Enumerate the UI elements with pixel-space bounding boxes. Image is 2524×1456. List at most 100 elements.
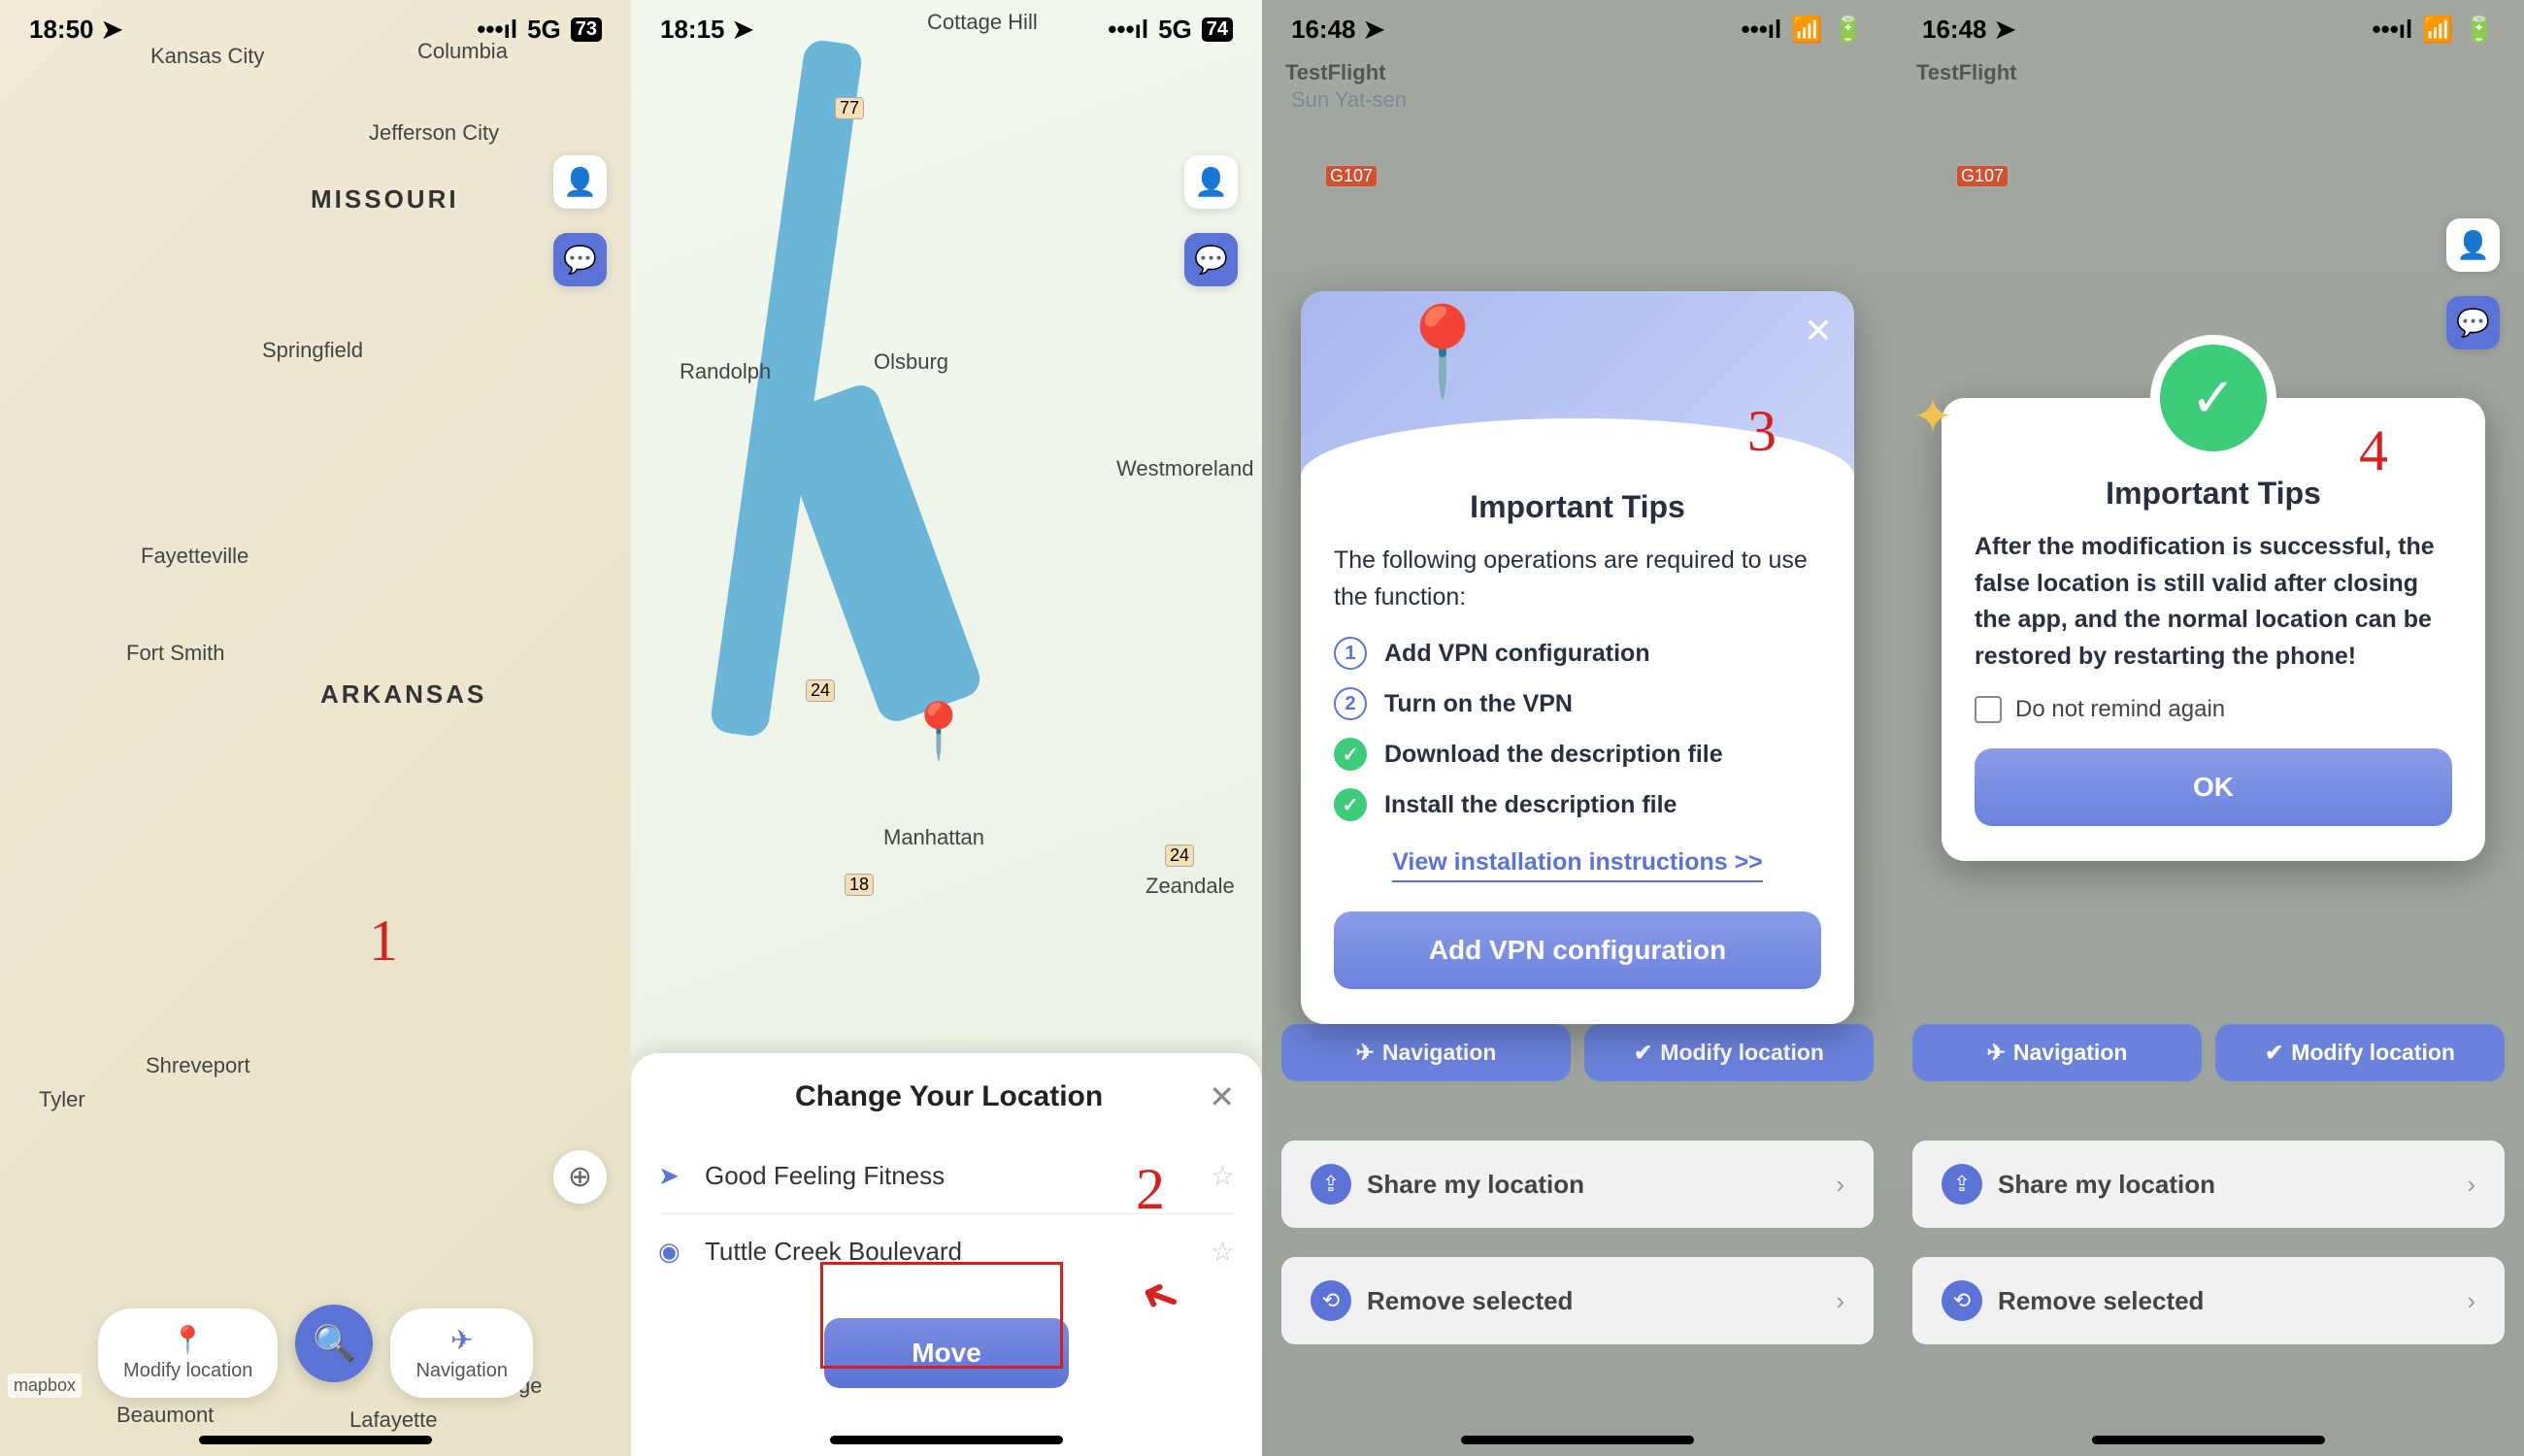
- close-button[interactable]: ✕: [1804, 311, 1833, 351]
- checkbox-icon: [1975, 696, 2002, 723]
- step-item: ✓Install the description file: [1334, 788, 1821, 821]
- map-attribution: mapbox: [8, 1373, 82, 1398]
- chat-button[interactable]: 💬: [2446, 296, 2500, 349]
- route-shield: 24: [806, 679, 835, 702]
- profile-button[interactable]: 👤: [1184, 155, 1238, 209]
- hand-pin-icon: 📍: [1388, 301, 1497, 403]
- step-item: 2Turn on the VPN: [1334, 687, 1821, 720]
- chevron-right-icon: ›: [2467, 1170, 2475, 1200]
- user-icon: 👤: [1194, 166, 1228, 198]
- chat-button[interactable]: 💬: [1184, 233, 1238, 286]
- bottom-buttons: ✈Navigation ✔Modify location: [1281, 1024, 1874, 1081]
- status-bar: 18:15 ➤ •••ıl 5G 74: [631, 0, 1262, 58]
- city-label: Shreveport: [146, 1053, 250, 1078]
- recenter-button[interactable]: ⊕: [553, 1150, 607, 1204]
- road-shield: G107: [1956, 165, 2009, 187]
- annotation-number: 3: [1747, 398, 1777, 465]
- modify-location-button[interactable]: ✔Modify location: [2215, 1024, 2505, 1081]
- home-indicator[interactable]: [199, 1436, 432, 1444]
- chat-button[interactable]: 💬: [553, 233, 607, 286]
- favorite-button[interactable]: ☆: [1211, 1236, 1235, 1268]
- navigation-button[interactable]: ✈ Navigation: [390, 1308, 533, 1398]
- home-indicator[interactable]: [830, 1436, 1063, 1444]
- navigation-button[interactable]: ✈Navigation: [1912, 1024, 2202, 1081]
- modify-location-button[interactable]: 📍 Modify location: [98, 1308, 278, 1398]
- city-label: Beaumont: [116, 1403, 214, 1428]
- location-arrow-icon: ➤: [1364, 15, 1385, 45]
- profile-button[interactable]: 👤: [2446, 218, 2500, 272]
- poi-label: Sun Yat-sen: [1291, 87, 1407, 113]
- home-indicator[interactable]: [2092, 1436, 2325, 1444]
- screenshot-3: 16:48 ➤ •••ıl 📶 🔋 TestFlight Sun Yat-sen…: [1262, 0, 1893, 1456]
- location-label: Good Feeling Fitness: [705, 1161, 1193, 1191]
- search-button[interactable]: 🔍: [295, 1305, 373, 1382]
- success-check-icon: ✓: [2160, 345, 2267, 451]
- cursor-icon: ➤: [658, 1161, 687, 1191]
- city-label: Lafayette: [349, 1407, 438, 1433]
- remove-selected-row[interactable]: ⟲ Remove selected ›: [1912, 1257, 2505, 1344]
- road-shield: G107: [1325, 165, 1378, 187]
- city-label: Olsburg: [874, 349, 948, 375]
- map-pin-icon[interactable]: 📍: [905, 699, 973, 763]
- add-vpn-button[interactable]: Add VPN configuration: [1334, 911, 1821, 989]
- testflight-label: TestFlight: [1285, 60, 1385, 85]
- close-button[interactable]: ✕: [1209, 1078, 1235, 1115]
- do-not-remind-checkbox[interactable]: Do not remind again: [1975, 696, 2452, 723]
- state-label: MISSOURI: [311, 184, 459, 215]
- annotation-number: 4: [2359, 417, 2388, 484]
- chevron-right-icon: ›: [2467, 1286, 2475, 1316]
- testflight-label: TestFlight: [1916, 60, 2016, 85]
- remove-selected-row[interactable]: ⟲ Remove selected ›: [1281, 1257, 1874, 1344]
- modify-location-button[interactable]: ✔Modify location: [1584, 1024, 1874, 1081]
- status-time: 18:15: [660, 15, 725, 45]
- network-label: 5G: [1158, 15, 1192, 45]
- share-location-row[interactable]: ⇪ Share my location ›: [1912, 1141, 2505, 1228]
- screenshot-2: Cottage Hill Randolph Olsburg Westmorela…: [631, 0, 1262, 1456]
- signal-icon: •••ıl: [1108, 15, 1148, 45]
- city-label: Tyler: [39, 1087, 85, 1112]
- ok-button[interactable]: OK: [1975, 748, 2452, 826]
- status-time: 16:48: [1922, 15, 1987, 45]
- signal-icon: •••ıl: [1741, 15, 1781, 45]
- paper-plane-icon: ✈: [450, 1324, 473, 1356]
- city-label: Jefferson City: [369, 120, 499, 146]
- route-shield: 24: [1165, 844, 1194, 867]
- important-tips-modal: 📍 ✕ 3 Important Tips The following opera…: [1301, 291, 1854, 1024]
- button-label: Modify location: [123, 1360, 252, 1382]
- signal-icon: •••ıl: [477, 15, 517, 45]
- check-icon: ✔: [2265, 1040, 2283, 1066]
- annotation-highlight-box: [820, 1262, 1063, 1369]
- annotation-number: 1: [369, 908, 398, 975]
- annotation-number: 2: [1136, 1156, 1165, 1223]
- chat-icon: 💬: [1194, 244, 1228, 276]
- install-instructions-link[interactable]: View installation instructions >>: [1392, 848, 1763, 882]
- battery-icon: 🔋: [1833, 15, 1864, 45]
- state-label: ARKANSAS: [320, 679, 486, 710]
- location-arrow-icon: ➤: [1995, 15, 2016, 45]
- status-time: 18:50: [29, 15, 94, 45]
- check-icon: ✔: [1634, 1040, 1652, 1066]
- map-background[interactable]: [0, 0, 631, 1456]
- wifi-icon: 📶: [2422, 15, 2453, 45]
- modal-title: Important Tips: [1334, 489, 1821, 525]
- share-icon: ⇪: [1311, 1164, 1351, 1205]
- home-indicator[interactable]: [1461, 1436, 1694, 1444]
- bottom-buttons: ✈Navigation ✔Modify location: [1912, 1024, 2505, 1081]
- city-label: Zeandale: [1146, 874, 1235, 899]
- favorite-button[interactable]: ☆: [1211, 1160, 1235, 1192]
- button-label: Navigation: [415, 1360, 508, 1382]
- navigation-button[interactable]: ✈Navigation: [1281, 1024, 1571, 1081]
- profile-button[interactable]: 👤: [553, 155, 607, 209]
- chevron-right-icon: ›: [1836, 1170, 1844, 1200]
- sheet-title: Change Your Location: [689, 1080, 1209, 1113]
- step-number-icon: 1: [1334, 637, 1367, 670]
- modal-description: After the modification is successful, th…: [1975, 529, 2452, 675]
- close-icon: ✕: [1209, 1079, 1235, 1114]
- share-location-row[interactable]: ⇪ Share my location ›: [1281, 1141, 1874, 1228]
- location-arrow-icon: ➤: [733, 15, 754, 45]
- step-item: ✓Download the description file: [1334, 738, 1821, 771]
- status-bar: 16:48 ➤ •••ıl 📶 🔋: [1893, 0, 2524, 58]
- city-label: Manhattan: [883, 825, 984, 850]
- close-icon: ✕: [1804, 311, 1833, 350]
- search-icon: 🔍: [313, 1323, 356, 1364]
